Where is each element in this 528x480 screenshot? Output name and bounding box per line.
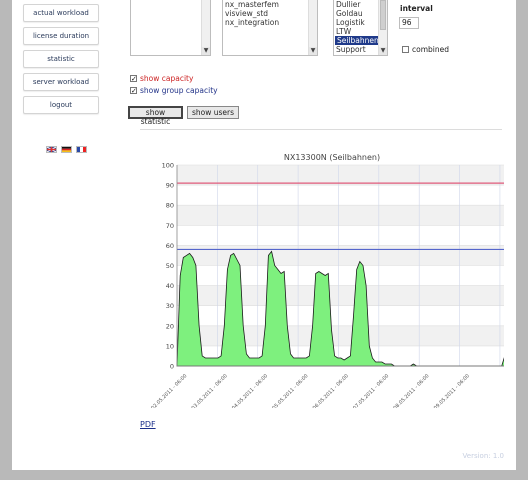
workload-chart: NX13300N (Seilbahnen) 0 10 20 30 40 50 60 70 80 9… xyxy=(150,153,504,408)
y-tick-label: 40 xyxy=(166,282,174,290)
x-tick-label: 04.05.2011 - 06:00 xyxy=(231,373,269,408)
group-list[interactable]: Dullier Goldau Logistik LTW Seilbahnen S… xyxy=(333,0,388,56)
y-tick-label: 50 xyxy=(166,262,174,270)
list-1-scrollbar[interactable]: ▼ xyxy=(201,0,210,55)
scroll-down-icon[interactable]: ▼ xyxy=(309,47,317,55)
chart-band xyxy=(177,165,504,186)
product-list[interactable]: nx_masterfem visview_std nx_integration … xyxy=(222,0,318,56)
x-tick-label: 07.05.2011 - 06:00 xyxy=(352,373,390,408)
list-item[interactable]: nx_integration xyxy=(225,18,279,27)
divider xyxy=(140,129,502,130)
nav-logout-button[interactable]: logout xyxy=(23,96,99,114)
combined-checkbox[interactable] xyxy=(402,46,409,53)
x-tick-label: 02.05.2011 - 06:00 xyxy=(150,373,188,408)
x-tick-label: 09.05.2011 - 06:00 xyxy=(433,373,471,408)
french-flag-icon[interactable] xyxy=(76,146,87,153)
y-tick-label: 60 xyxy=(166,242,174,250)
combined-label: combined xyxy=(412,45,449,54)
list-item[interactable]: Support xyxy=(336,45,366,54)
chart-band xyxy=(177,205,504,226)
show-users-button[interactable]: show users xyxy=(187,106,239,119)
y-tick-label: 0 xyxy=(170,363,174,371)
show-statistic-button[interactable]: show statistic xyxy=(128,106,183,126)
list-2-scrollbar[interactable]: ▼ xyxy=(308,0,317,55)
show-capacity-checkbox[interactable]: ✓ xyxy=(130,75,137,83)
list-item[interactable]: visview_std xyxy=(225,9,268,18)
list-item[interactable]: Goldau xyxy=(336,9,363,18)
y-tick-label: 90 xyxy=(166,182,174,190)
chart-title: NX13300N (Seilbahnen) xyxy=(284,153,380,162)
uk-flag-icon[interactable] xyxy=(46,146,57,153)
nav-server-workload-button[interactable]: server workload xyxy=(23,73,99,91)
footer-version: Version: 1.0 xyxy=(462,452,504,460)
y-tick-label: 100 xyxy=(162,162,174,170)
chart-band xyxy=(177,245,504,266)
list-item[interactable]: nx_masterfem xyxy=(225,0,279,9)
nav-license-duration-button[interactable]: license duration xyxy=(23,27,99,45)
interval-label: interval xyxy=(400,4,433,13)
y-tick-label: 30 xyxy=(166,302,174,310)
y-tick-label: 20 xyxy=(166,322,174,330)
x-tick-label: 08.05.2011 - 06:00 xyxy=(392,373,430,408)
list-3-scrollbar[interactable]: ▼ xyxy=(378,0,387,55)
nav-actual-workload-button[interactable]: actual workload xyxy=(23,4,99,22)
y-tick-label: 10 xyxy=(166,342,174,350)
y-tick-label: 70 xyxy=(166,222,174,230)
filter-list-1[interactable]: ▼ xyxy=(130,0,211,56)
german-flag-icon[interactable] xyxy=(61,146,72,153)
workload-area xyxy=(176,250,504,367)
list-item-selected[interactable]: Seilbahnen xyxy=(335,36,381,45)
y-tick-label: 80 xyxy=(166,202,174,210)
x-tick-label: 03.05.2011 - 06:00 xyxy=(191,373,229,408)
show-group-capacity-label: show group capacity xyxy=(140,86,218,95)
list-item[interactable]: LTW xyxy=(336,27,351,36)
x-tick-label: 06.05.2011 - 06:00 xyxy=(312,373,350,408)
list-item[interactable]: Logistik xyxy=(336,18,365,27)
list-item[interactable]: Dullier xyxy=(336,0,360,9)
main-panel: actual workload license duration statist… xyxy=(12,0,516,470)
scroll-down-icon[interactable]: ▼ xyxy=(379,47,387,55)
scroll-down-icon[interactable]: ▼ xyxy=(202,47,210,55)
show-capacity-label: show capacity xyxy=(140,74,194,83)
x-tick-label: 05.05.2011 - 06:00 xyxy=(271,373,309,408)
nav-statistic-button[interactable]: statistic xyxy=(23,50,99,68)
interval-input[interactable]: 96 xyxy=(399,17,419,29)
scroll-thumb[interactable] xyxy=(380,0,386,30)
pdf-link[interactable]: PDF xyxy=(140,420,156,429)
show-group-capacity-checkbox[interactable]: ✓ xyxy=(130,87,137,95)
